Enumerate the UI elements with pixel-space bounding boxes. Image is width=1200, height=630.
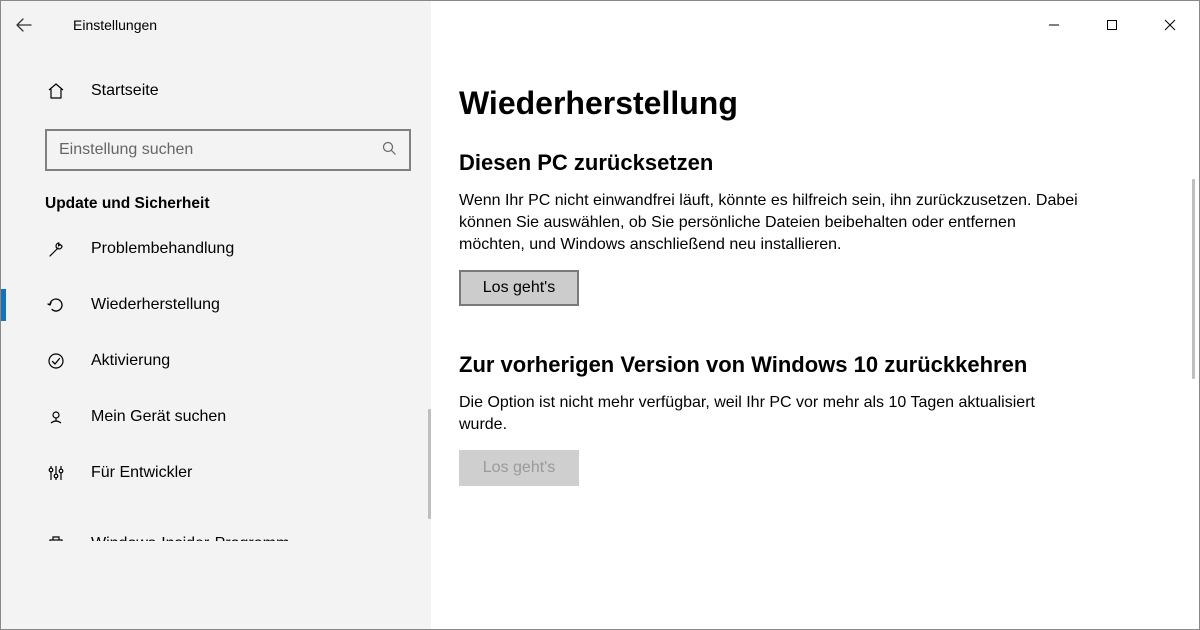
reset-heading: Diesen PC zurücksetzen bbox=[459, 150, 1119, 176]
box-icon bbox=[47, 535, 71, 541]
window-controls bbox=[1025, 1, 1199, 49]
sidebar-home-label: Startseite bbox=[91, 82, 159, 100]
titlebar: Einstellungen bbox=[1, 1, 1199, 49]
close-icon bbox=[1164, 19, 1176, 31]
sidebar-section-heading: Update und Sicherheit bbox=[45, 195, 431, 213]
location-icon bbox=[47, 408, 71, 426]
search-placeholder: Einstellung suchen bbox=[59, 141, 382, 159]
arrow-left-icon bbox=[16, 17, 32, 33]
home-icon bbox=[47, 82, 71, 100]
titlebar-left: Einstellungen bbox=[1, 1, 431, 49]
sidebar-item-developers[interactable]: Für Entwickler bbox=[1, 445, 431, 501]
search-input[interactable]: Einstellung suchen bbox=[45, 129, 411, 171]
sidebar-item-label: Mein Gerät suchen bbox=[91, 408, 226, 426]
minimize-button[interactable] bbox=[1025, 1, 1083, 49]
sidebar-item-recovery[interactable]: Wiederherstellung bbox=[1, 277, 431, 333]
sliders-icon bbox=[47, 464, 71, 482]
sidebar-item-find-device[interactable]: Mein Gerät suchen bbox=[1, 389, 431, 445]
sidebar-item-label: Problembehandlung bbox=[91, 240, 234, 258]
check-circle-icon bbox=[47, 352, 71, 370]
window-title: Einstellungen bbox=[73, 17, 157, 33]
main-content: Wiederherstellung Diesen PC zurücksetzen… bbox=[431, 49, 1199, 629]
sidebar-home[interactable]: Startseite bbox=[1, 63, 431, 119]
sidebar-item-label: Wiederherstellung bbox=[91, 296, 220, 314]
page-title: Wiederherstellung bbox=[459, 85, 1119, 122]
rollback-heading: Zur vorherigen Version von Windows 10 zu… bbox=[459, 352, 1119, 378]
back-button[interactable] bbox=[1, 2, 47, 48]
wrench-icon bbox=[47, 240, 71, 258]
rollback-body: Die Option ist nicht mehr verfügbar, wei… bbox=[459, 392, 1079, 436]
sidebar-nav: Problembehandlung Wiederherstellung Akti… bbox=[1, 221, 431, 541]
sidebar-item-label: Für Entwickler bbox=[91, 464, 192, 482]
main-inner: Wiederherstellung Diesen PC zurücksetzen… bbox=[459, 85, 1119, 486]
sidebar-item-label: Windows-Insider-Programm bbox=[91, 535, 289, 541]
body: Startseite Einstellung suchen Update und… bbox=[1, 49, 1199, 629]
maximize-button[interactable] bbox=[1083, 1, 1141, 49]
sidebar-item-activation[interactable]: Aktivierung bbox=[1, 333, 431, 389]
recovery-icon bbox=[47, 296, 71, 314]
maximize-icon bbox=[1106, 19, 1118, 31]
sidebar-item-insider[interactable]: Windows-Insider-Programm bbox=[1, 501, 431, 541]
reset-body: Wenn Ihr PC nicht einwandfrei läuft, kön… bbox=[459, 190, 1079, 256]
sidebar: Startseite Einstellung suchen Update und… bbox=[1, 49, 431, 629]
reset-start-button[interactable]: Los geht's bbox=[459, 270, 579, 306]
titlebar-right bbox=[431, 1, 1199, 49]
search-icon bbox=[382, 141, 397, 160]
settings-window: Einstellungen Startse bbox=[0, 0, 1200, 630]
main-scrollbar[interactable] bbox=[1192, 179, 1195, 379]
rollback-start-button: Los geht's bbox=[459, 450, 579, 486]
sidebar-item-troubleshoot[interactable]: Problembehandlung bbox=[1, 221, 431, 277]
close-button[interactable] bbox=[1141, 1, 1199, 49]
sidebar-item-label: Aktivierung bbox=[91, 352, 170, 370]
minimize-icon bbox=[1048, 19, 1060, 31]
